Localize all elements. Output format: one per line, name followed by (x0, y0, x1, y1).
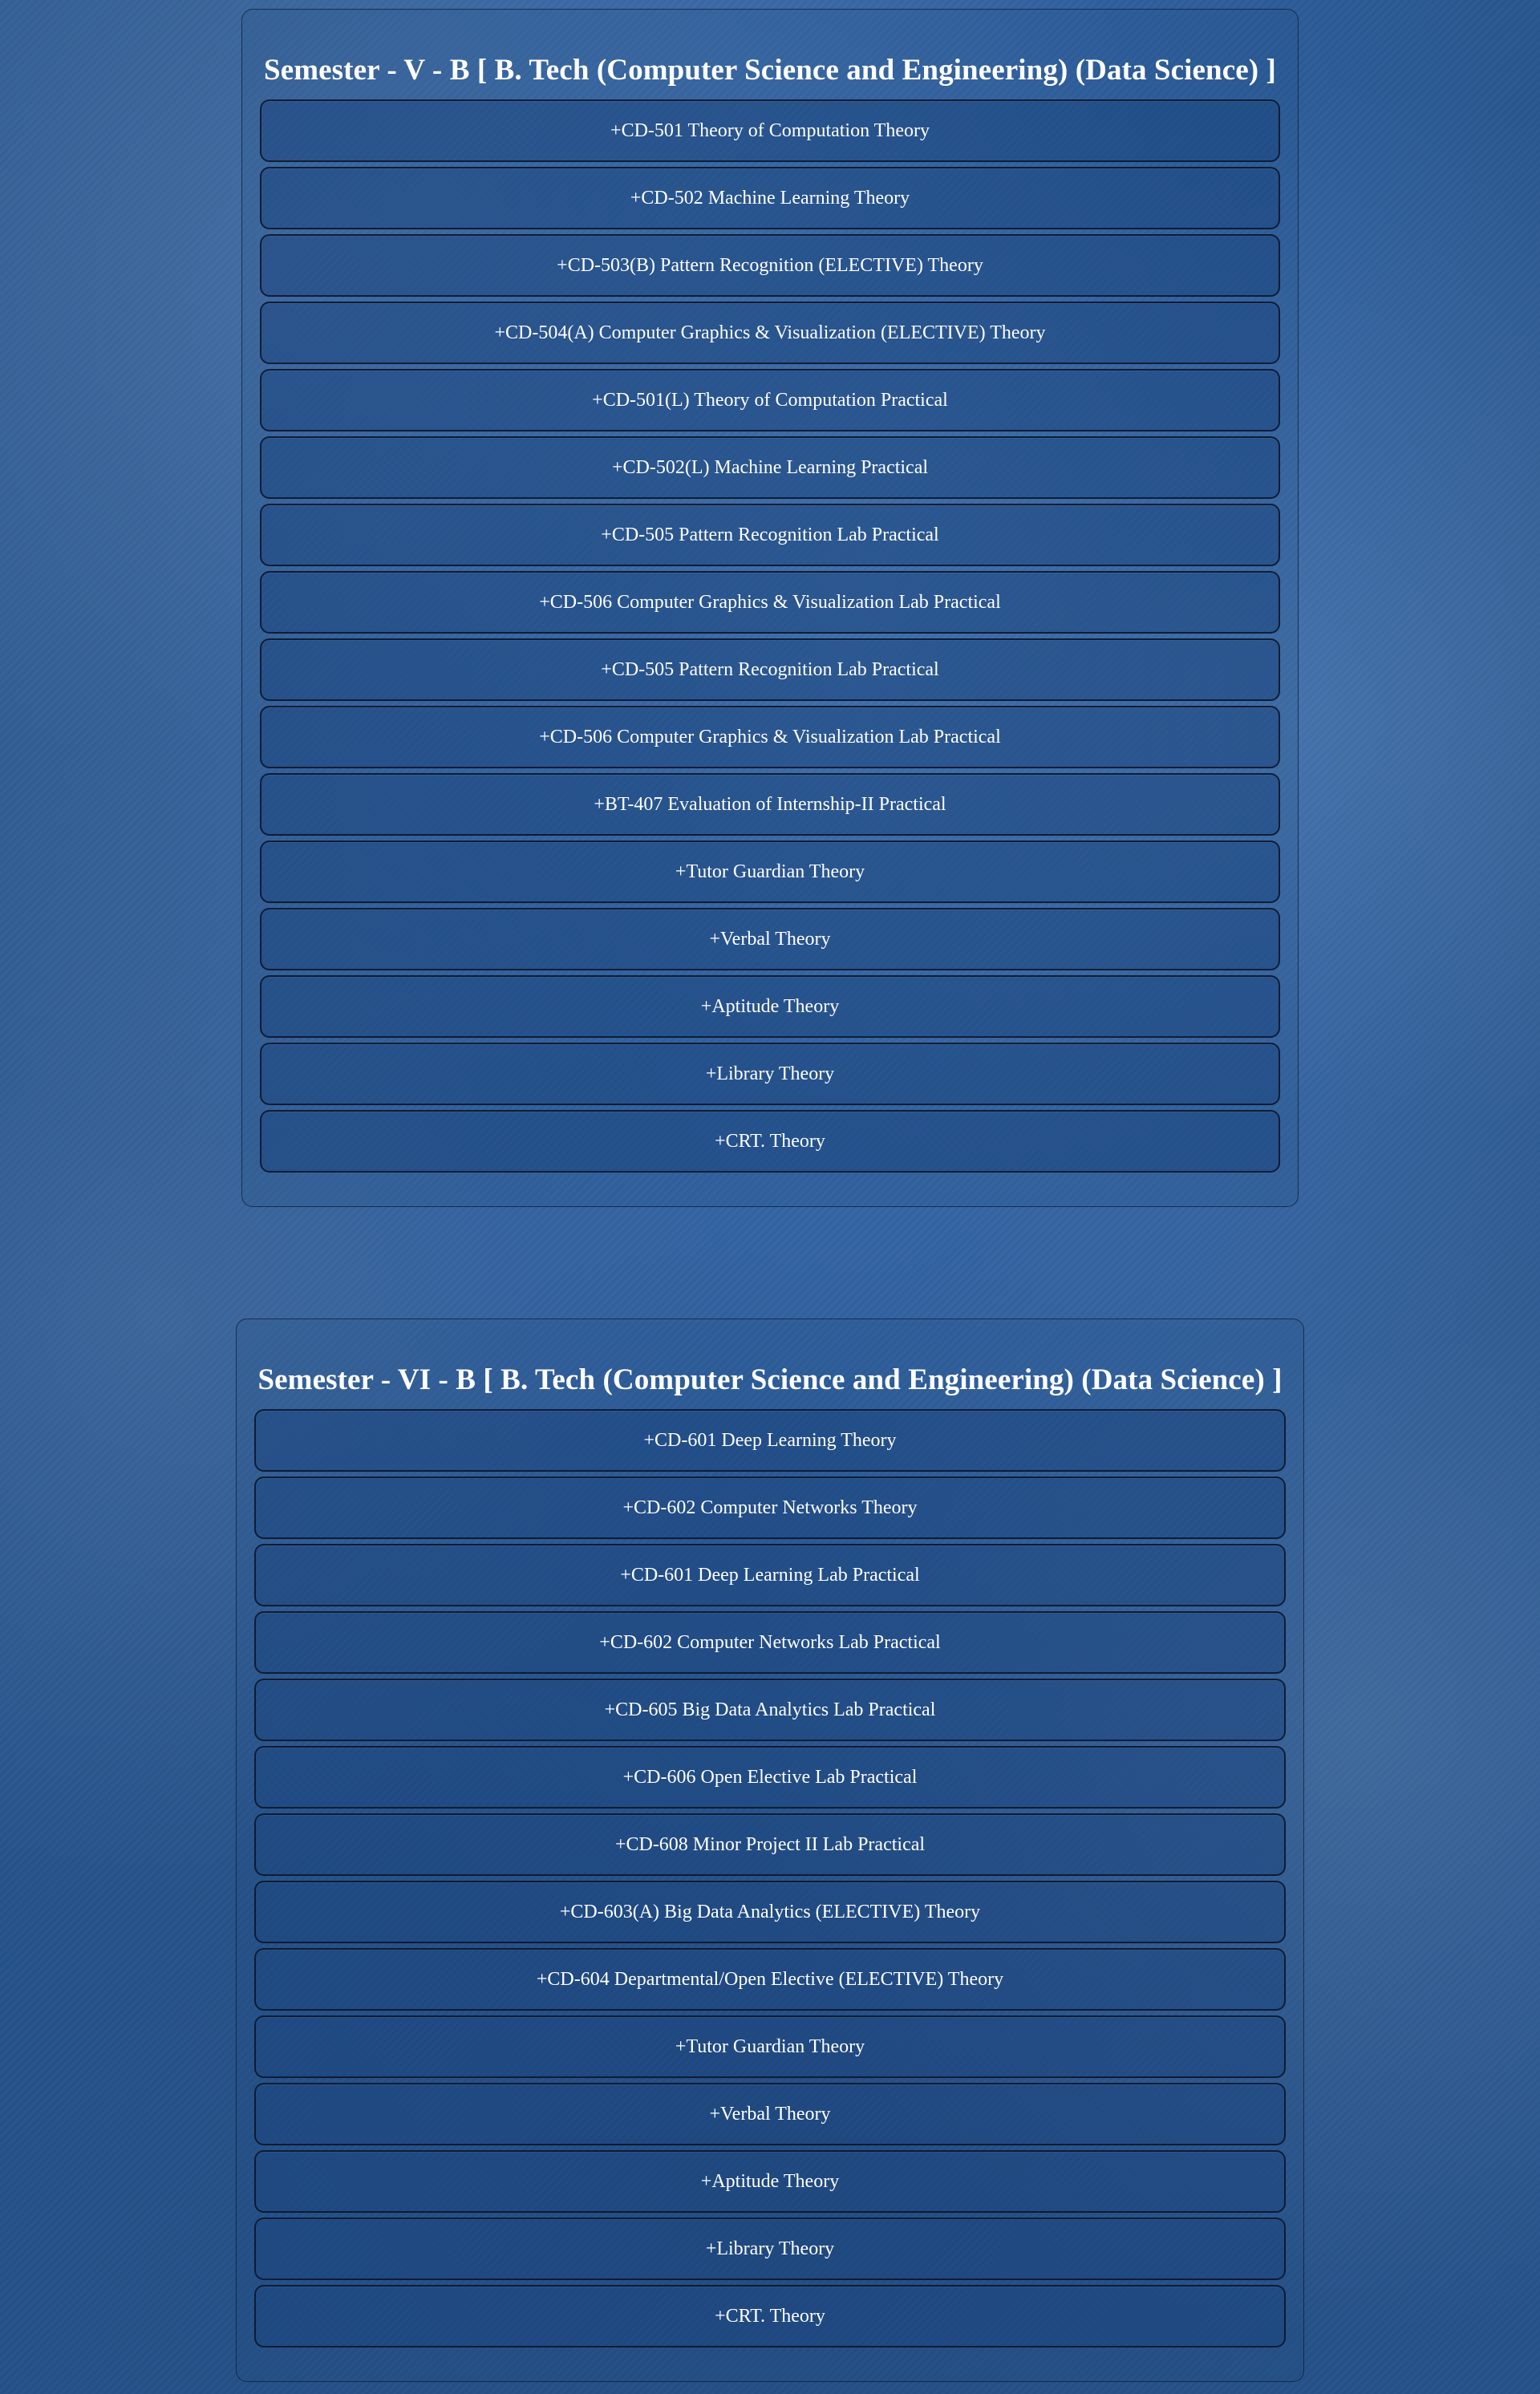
course-item[interactable]: +CRT. Theory (260, 1110, 1280, 1173)
semester-vi-panel: Semester - VI - B [ B. Tech (Computer Sc… (236, 1319, 1304, 2382)
semester-v-panel: Semester - V - B [ B. Tech (Computer Sci… (241, 9, 1299, 1207)
course-item[interactable]: +CD-601 Deep Learning Lab Practical (254, 1544, 1286, 1606)
course-item[interactable]: +Library Theory (260, 1043, 1280, 1105)
course-item[interactable]: +CD-606 Open Elective Lab Practical (254, 1746, 1286, 1809)
course-item[interactable]: +CD-504(A) Computer Graphics & Visualiza… (260, 302, 1280, 364)
course-item[interactable]: +CD-505 Pattern Recognition Lab Practica… (260, 638, 1280, 701)
course-item[interactable]: +CD-602 Computer Networks Lab Practical (254, 1611, 1286, 1674)
course-item[interactable]: +CD-502 Machine Learning Theory (260, 167, 1280, 229)
course-item[interactable]: +CD-608 Minor Project II Lab Practical (254, 1813, 1286, 1876)
course-item[interactable]: +CRT. Theory (254, 2285, 1286, 2347)
course-item[interactable]: +CD-604 Departmental/Open Elective (ELEC… (254, 1948, 1286, 2011)
course-item[interactable]: +CD-602 Computer Networks Theory (254, 1477, 1286, 1539)
course-item[interactable]: +CD-503(B) Pattern Recognition (ELECTIVE… (260, 234, 1280, 297)
course-item[interactable]: +CD-505 Pattern Recognition Lab Practica… (260, 504, 1280, 566)
course-item[interactable]: +BT-407 Evaluation of Internship-II Prac… (260, 773, 1280, 836)
semester-title: Semester - VI - B [ B. Tech (Computer Sc… (257, 1363, 1283, 1396)
course-item[interactable]: +Tutor Guardian Theory (254, 2015, 1286, 2078)
course-item[interactable]: +Library Theory (254, 2218, 1286, 2280)
course-item[interactable]: +CD-603(A) Big Data Analytics (ELECTIVE)… (254, 1881, 1286, 1943)
course-item[interactable]: +CD-502(L) Machine Learning Practical (260, 436, 1280, 499)
course-item[interactable]: +Aptitude Theory (254, 2150, 1286, 2213)
course-list: +CD-501 Theory of Computation Theory +CD… (242, 99, 1298, 1173)
course-item[interactable]: +Aptitude Theory (260, 975, 1280, 1038)
course-item[interactable]: +CD-501(L) Theory of Computation Practic… (260, 369, 1280, 431)
course-item[interactable]: +Verbal Theory (254, 2083, 1286, 2145)
course-item[interactable]: +CD-506 Computer Graphics & Visualizatio… (260, 571, 1280, 634)
course-item[interactable]: +CD-501 Theory of Computation Theory (260, 99, 1280, 162)
course-item[interactable]: +CD-601 Deep Learning Theory (254, 1409, 1286, 1472)
course-list: +CD-601 Deep Learning Theory +CD-602 Com… (237, 1409, 1303, 2347)
course-item[interactable]: +CD-506 Computer Graphics & Visualizatio… (260, 706, 1280, 768)
course-item[interactable]: +Tutor Guardian Theory (260, 841, 1280, 903)
course-item[interactable]: +CD-605 Big Data Analytics Lab Practical (254, 1679, 1286, 1741)
semester-title: Semester - V - B [ B. Tech (Computer Sci… (264, 54, 1276, 87)
course-item[interactable]: +Verbal Theory (260, 908, 1280, 970)
